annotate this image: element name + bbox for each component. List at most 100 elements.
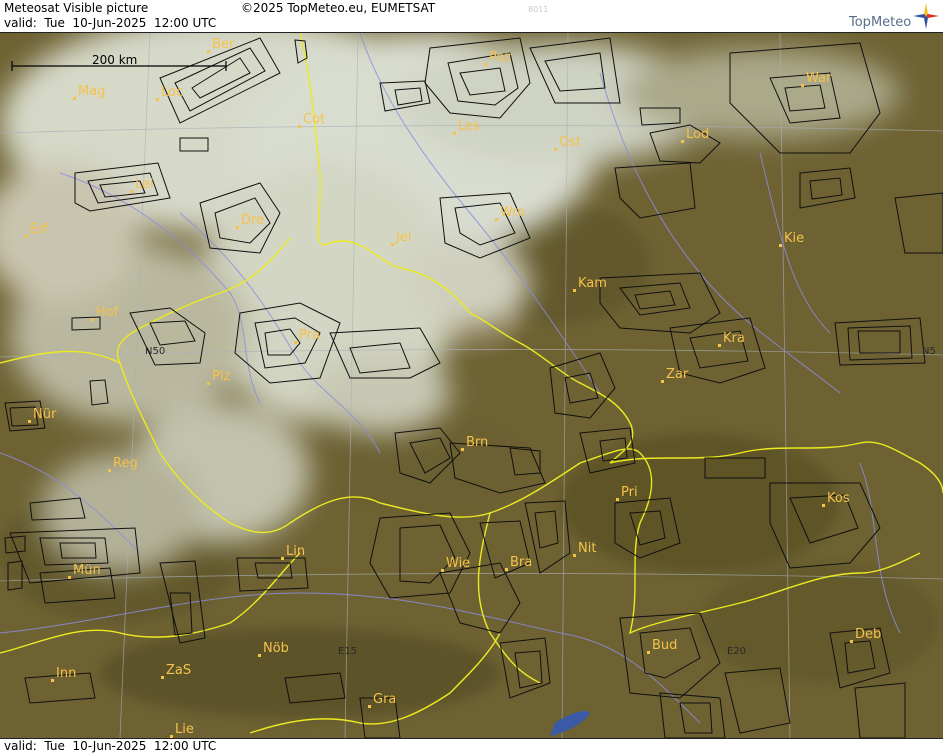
city-dot [161, 676, 164, 679]
city-marker-kam: Kam [573, 276, 607, 292]
city-label: Zar [666, 367, 689, 382]
city-label: Hof [96, 305, 119, 320]
city-marker-loc: Loc [156, 85, 183, 101]
city-label: Cot [303, 112, 325, 127]
city-dot [718, 344, 721, 347]
city-marker-wie: Wie [441, 556, 470, 572]
satellite-map[interactable]: 200 km N50 N5 E15 E20 Ber Poz War Mag Loc Cot Les… [0, 33, 943, 738]
city-label: ZaS [166, 663, 191, 678]
city-dot [822, 504, 825, 507]
city-marker-nür: Nür [28, 407, 57, 423]
footer-valid-time: valid: Tue 10-Jun-2025 12:00 UTC [4, 739, 217, 753]
city-dot [51, 679, 54, 682]
city-dot [368, 705, 371, 708]
city-marker-bud: Bud [647, 638, 677, 654]
city-marker-wro: Wro [495, 205, 525, 221]
city-label: Reg [113, 456, 138, 471]
city-label: Lin [286, 544, 305, 559]
city-label: Poz [489, 50, 511, 65]
city-dot [91, 318, 94, 321]
city-label: Pra [299, 328, 320, 343]
grid-label: N50 [145, 346, 165, 357]
city-label: Mag [78, 84, 105, 99]
city-dot [779, 244, 782, 247]
city-label: Wro [500, 205, 525, 220]
compass-logo-icon [913, 3, 939, 29]
header-bar: Meteosat Visible picture valid: Tue 10-J… [0, 0, 943, 33]
city-dot [25, 235, 28, 238]
city-dot [156, 98, 159, 101]
city-label: Kos [827, 491, 850, 506]
city-dot [294, 341, 297, 344]
city-label: Inn [56, 666, 76, 681]
city-label: Erf [30, 222, 49, 237]
city-label: Mün [73, 563, 101, 578]
city-label: Ost [559, 135, 581, 150]
city-marker-kra: Kra [718, 331, 745, 347]
city-dot [850, 640, 853, 643]
city-marker-kos: Kos [822, 491, 850, 507]
city-dot [236, 226, 239, 229]
city-dot [453, 132, 456, 135]
footer-bar: valid: Tue 10-Jun-2025 12:00 UTC [0, 738, 943, 754]
city-label: Brn [466, 435, 488, 450]
city-label: Gra [373, 692, 396, 707]
city-marker-hof: Hof [91, 305, 119, 321]
city-label: Nit [578, 541, 596, 556]
city-dot [73, 97, 76, 100]
grid-label: E15 [338, 646, 357, 657]
city-dot [28, 420, 31, 423]
city-label: Wie [446, 556, 470, 571]
city-label: War [806, 71, 832, 86]
city-dot [573, 289, 576, 292]
product-title: Meteosat Visible picture [4, 1, 149, 15]
city-label: Loc [161, 85, 183, 100]
city-dot [573, 554, 576, 557]
city-label: Jel [395, 230, 411, 245]
city-dot [505, 568, 508, 571]
city-marker-nöb: Nöb [258, 641, 289, 657]
city-label: Lie [175, 722, 194, 737]
city-marker-gra: Gra [368, 692, 396, 708]
city-dot [298, 125, 301, 128]
city-marker-dre: Dre [236, 213, 264, 229]
city-label: Nöb [263, 641, 289, 656]
city-dot [207, 50, 210, 53]
city-marker-reg: Reg [108, 456, 138, 472]
copyright-text: ©2025 TopMeteo.eu, EUMETSAT [241, 1, 436, 15]
city-label: Kam [578, 276, 607, 291]
city-dot [616, 498, 619, 501]
map-viewer: Meteosat Visible picture valid: Tue 10-J… [0, 0, 943, 754]
city-label: Nür [33, 407, 57, 422]
city-dot [484, 63, 487, 66]
city-dot [281, 557, 284, 560]
city-dot [130, 190, 133, 193]
city-label: Les [458, 119, 480, 134]
city-marker-bra: Bra [505, 555, 532, 571]
city-label: Kie [784, 231, 804, 246]
city-dot [258, 654, 261, 657]
city-marker-ber: Ber [207, 37, 235, 53]
city-label: Bud [652, 638, 677, 653]
city-dot [661, 380, 664, 383]
city-label: Dre [241, 213, 264, 228]
topmeteo-logo-text: TopMeteo [849, 15, 912, 30]
city-dot [681, 140, 684, 143]
city-dot [461, 448, 464, 451]
city-dot [801, 84, 804, 87]
city-marker-lod: Lod [681, 127, 709, 143]
city-label: Ber [212, 37, 235, 52]
city-label: Bra [510, 555, 532, 570]
city-dot [495, 218, 498, 221]
city-marker-brn: Brn [461, 435, 488, 451]
city-label: Pri [621, 485, 638, 500]
city-label: Plz [212, 369, 230, 384]
city-label: Lei [135, 177, 154, 192]
city-marker-ost: Ost [554, 135, 581, 151]
city-label: Lod [686, 127, 709, 142]
city-marker-cot: Cot [298, 112, 325, 128]
grid-label: E20 [727, 646, 746, 657]
scale-label: 200 km [92, 53, 137, 67]
city-marker-deb: Deb [850, 627, 881, 643]
city-marker-poz: Poz [484, 50, 511, 66]
